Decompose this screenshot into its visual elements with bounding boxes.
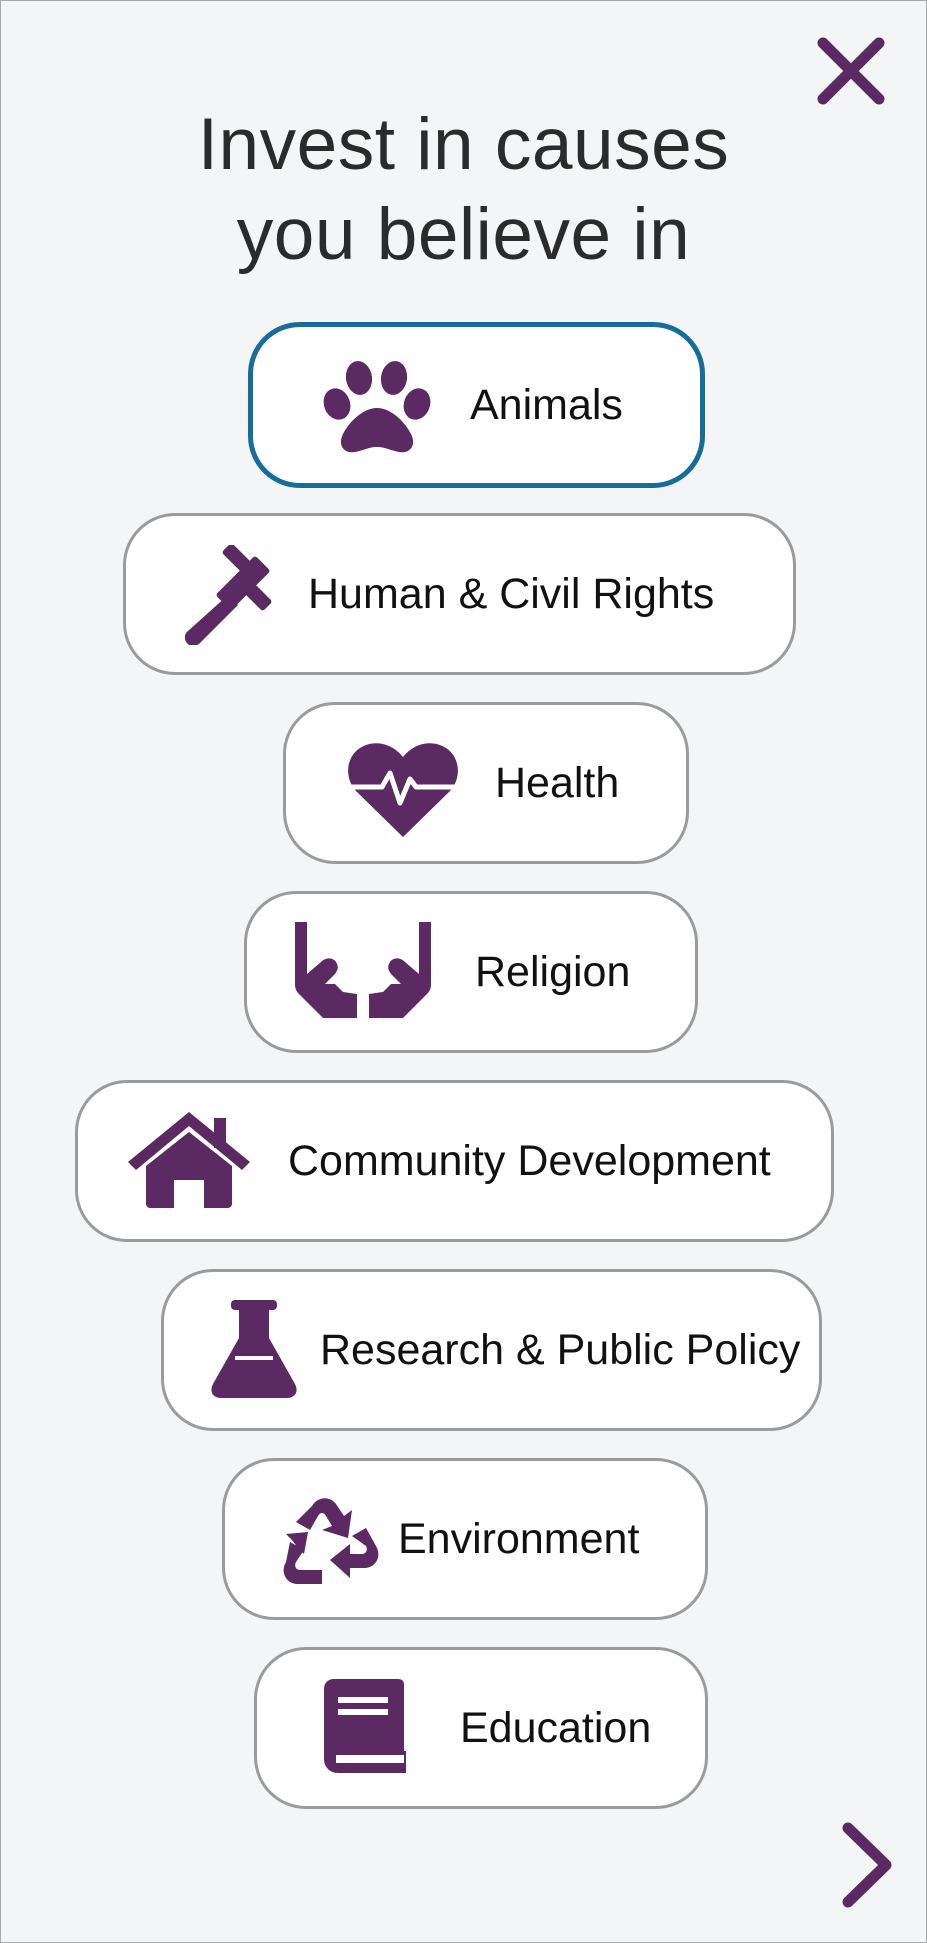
cause-label: Research & Public Policy [320,1325,801,1374]
cause-environment[interactable]: Environment [222,1458,708,1620]
recycle-icon [282,1498,380,1594]
title-line-1: Invest in causes [197,104,730,185]
cause-label: Education [460,1703,652,1752]
cause-research-public-policy[interactable]: Research & Public Policy [161,1269,822,1431]
gavel-icon [184,545,284,645]
house-icon [128,1112,250,1208]
cause-label: Health [495,758,620,807]
cause-community-development[interactable]: Community Development [75,1080,834,1242]
cause-human-civil-rights[interactable]: Human & Civil Rights [123,513,796,675]
chevron-right-icon [842,1822,892,1908]
cause-religion[interactable]: Religion [244,891,698,1053]
cause-label: Environment [398,1514,640,1563]
cause-education[interactable]: Education [254,1647,708,1809]
cause-animals[interactable]: Animals [248,322,705,488]
page-title: Invest in causes you believe in [0,100,927,280]
title-line-2: you believe in [236,194,691,275]
heart-pulse-icon [348,741,458,839]
close-icon [817,37,885,105]
cause-label: Animals [470,380,623,429]
cause-health[interactable]: Health [283,702,689,864]
praying-hands-icon [295,922,431,1018]
cause-label: Human & Civil Rights [308,569,715,618]
flask-icon [211,1300,297,1398]
cause-label: Religion [475,947,631,996]
cause-label: Community Development [288,1136,771,1185]
next-button[interactable] [838,1822,894,1908]
book-icon [324,1679,406,1773]
close-button[interactable] [813,33,889,109]
paw-icon [323,360,431,455]
